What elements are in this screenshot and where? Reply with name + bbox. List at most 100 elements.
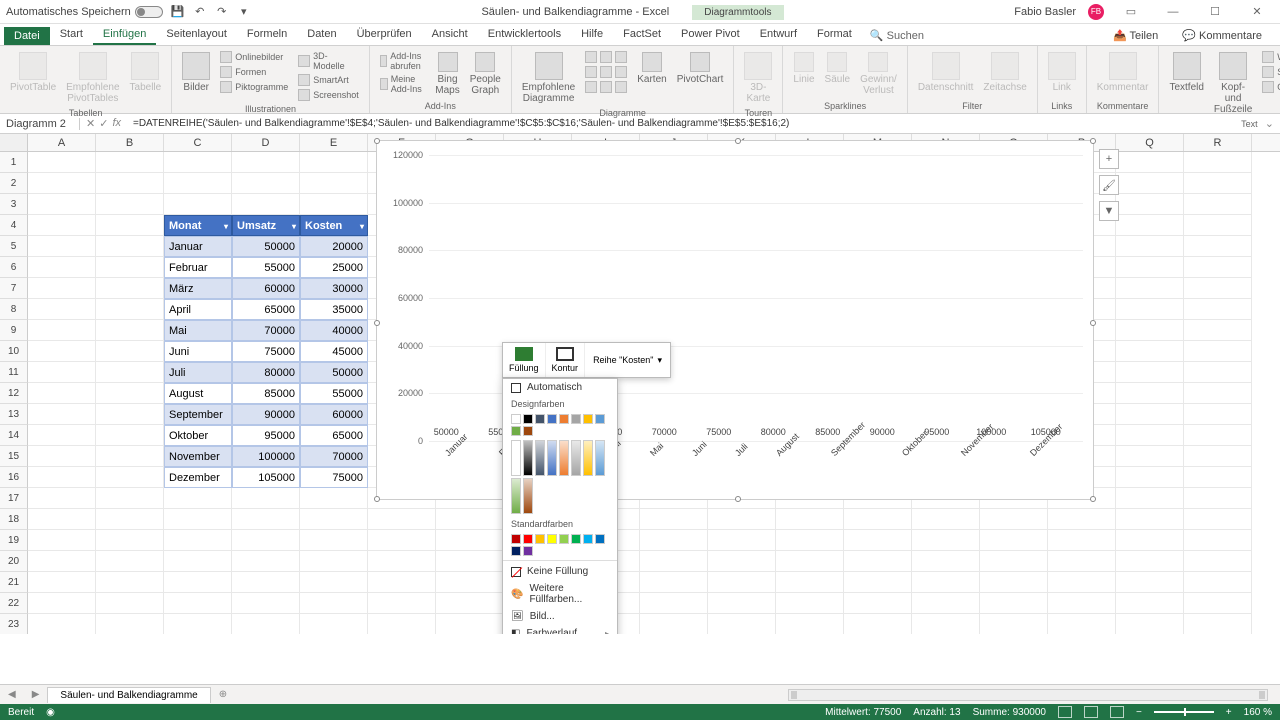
cell[interactable] [96,551,164,572]
col-header[interactable]: C [164,134,232,151]
cell[interactable] [1184,215,1252,236]
sheet-nav-next[interactable]: ▶ [24,689,48,700]
recommended-charts-button[interactable]: Empfohlene Diagramme [520,50,577,106]
cell[interactable] [912,572,980,593]
cell[interactable]: 45000 [300,341,368,362]
row-header[interactable]: 11 [0,362,28,383]
cell[interactable] [1184,446,1252,467]
cell[interactable] [1184,488,1252,509]
tab-format[interactable]: Format [807,25,862,45]
color-swatch[interactable] [535,414,545,424]
cell[interactable] [912,530,980,551]
icons-button[interactable]: Piktogramme [218,80,290,94]
cell[interactable] [1184,467,1252,488]
sheet-nav-prev[interactable]: ◀ [0,689,24,700]
tab-ansicht[interactable]: Ansicht [422,25,478,45]
cell[interactable] [96,593,164,614]
cell[interactable] [436,551,504,572]
chart-type-2[interactable] [583,65,629,79]
cell[interactable] [28,383,96,404]
cell[interactable] [1116,425,1184,446]
cell[interactable] [96,194,164,215]
cell[interactable] [300,530,368,551]
color-swatch[interactable] [523,546,533,556]
cell[interactable] [1184,362,1252,383]
view-normal-icon[interactable] [1058,706,1072,718]
chart[interactable]: 020000400006000080000100000120000 500005… [376,140,1094,500]
sheet-tab-active[interactable]: Säulen- und Balkendiagramme [47,687,210,703]
cell[interactable]: Umsatz [232,215,300,236]
cell[interactable] [164,152,232,173]
macro-record-icon[interactable]: ◉ [46,707,55,718]
cell[interactable] [96,572,164,593]
cell[interactable] [96,614,164,634]
cell[interactable] [1116,257,1184,278]
save-icon[interactable]: 💾 [171,5,185,19]
color-swatch[interactable] [571,534,581,544]
fill-button[interactable]: Füllung [503,343,546,377]
cell[interactable] [844,593,912,614]
cell[interactable] [368,551,436,572]
cell[interactable] [640,530,708,551]
cell[interactable] [1184,509,1252,530]
cell[interactable] [28,509,96,530]
cell[interactable] [776,593,844,614]
cell[interactable] [300,572,368,593]
cancel-formula-icon[interactable]: ✕ [86,117,95,130]
color-swatch[interactable] [511,414,521,424]
row-header[interactable]: 3 [0,194,28,215]
add-sheet-button[interactable]: ⊕ [211,689,235,700]
row-header[interactable]: 14 [0,425,28,446]
cell[interactable] [300,194,368,215]
color-shade-column[interactable] [559,440,569,476]
cell[interactable] [1184,236,1252,257]
color-shade-column[interactable] [523,478,533,514]
cell[interactable] [300,488,368,509]
cell[interactable] [776,572,844,593]
cell[interactable] [1116,614,1184,634]
cell[interactable] [640,593,708,614]
cell[interactable]: 50000 [232,236,300,257]
color-shade-column[interactable] [511,440,521,476]
cell[interactable] [28,299,96,320]
tab-file[interactable]: Datei [4,27,50,45]
cell[interactable] [1184,194,1252,215]
gradient-fill[interactable]: ◧Farbverlauf▸ [503,625,617,634]
row-header[interactable]: 17 [0,488,28,509]
cell[interactable]: Dezember [164,467,232,488]
cell[interactable] [1048,593,1116,614]
cell[interactable] [1116,383,1184,404]
color-swatch[interactable] [583,534,593,544]
more-colors[interactable]: 🎨Weitere Füllfarben... [503,580,617,608]
cell[interactable] [1116,509,1184,530]
cell[interactable] [232,173,300,194]
cell[interactable] [28,362,96,383]
cell[interactable] [1184,320,1252,341]
cell[interactable]: 75000 [232,341,300,362]
cell[interactable] [28,194,96,215]
cell[interactable] [300,152,368,173]
cell[interactable] [640,572,708,593]
cell[interactable] [1116,488,1184,509]
cell[interactable] [96,530,164,551]
row-header[interactable]: 7 [0,278,28,299]
cell[interactable] [96,467,164,488]
my-addins-button[interactable]: Meine Add-Ins [378,73,428,95]
cell[interactable] [1116,194,1184,215]
cell[interactable] [1184,530,1252,551]
cell[interactable] [708,551,776,572]
cell[interactable] [164,530,232,551]
cell[interactable]: Juli [164,362,232,383]
cell[interactable] [28,236,96,257]
cell[interactable] [232,530,300,551]
cell[interactable] [1184,257,1252,278]
col-header[interactable]: Q [1116,134,1184,151]
cell[interactable] [28,152,96,173]
zoom-out-icon[interactable]: − [1136,707,1142,718]
cell[interactable] [96,152,164,173]
color-swatch[interactable] [547,414,557,424]
qat-customize-icon[interactable]: ▾ [237,5,251,19]
worksheet-grid[interactable]: ABCDEFGHIJKLMNOPQR 123456789101112131415… [0,134,1280,634]
cell[interactable] [776,551,844,572]
row-header[interactable]: 5 [0,236,28,257]
